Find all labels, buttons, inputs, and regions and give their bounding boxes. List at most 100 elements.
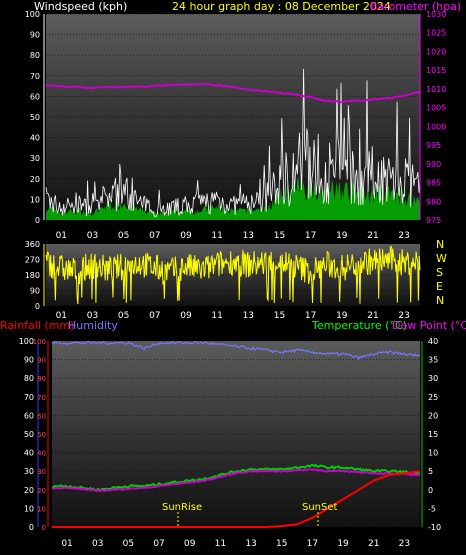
- wind-hour-tick: 17: [305, 231, 316, 241]
- barometer-axis-tick: 1005: [426, 104, 446, 113]
- rainfall-axis-tick: 20: [37, 487, 46, 495]
- wind-hour-tick: 19: [336, 231, 348, 241]
- humidity-axis-tick: 0: [29, 523, 34, 532]
- wind-hour-tick: 21: [367, 231, 378, 241]
- rainfall-axis-tick: 100: [33, 338, 46, 346]
- temp-hour-tick: 07: [153, 539, 164, 549]
- rainfall-axis-tick: 50: [37, 431, 46, 439]
- wind-axis-tick: 30: [30, 154, 40, 163]
- barometer-axis-tick: 995: [426, 141, 441, 150]
- wind-hour-tick: 15: [274, 231, 285, 241]
- temp-hour-tick: 05: [123, 539, 134, 549]
- rainfall-axis-tick: 70: [37, 394, 46, 402]
- wind-axis-tick: 20: [30, 175, 40, 184]
- compass-label: N: [436, 294, 444, 307]
- wind-hour-tick: 11: [211, 231, 222, 241]
- rainfall-title: Rainfall (mm): [0, 319, 74, 332]
- temperature-axis-tick: -5: [428, 504, 436, 513]
- direction-hour-tick: 07: [149, 311, 160, 321]
- wind-hour-tick: 09: [180, 231, 192, 241]
- rainfall-axis-tick: 60: [37, 412, 46, 420]
- temp-hour-tick: 03: [92, 539, 103, 549]
- rain-temp-panel: Rainfall (mm) Humidity Temperature (°C) …: [0, 319, 466, 549]
- temperature-axis-tick: 10: [428, 449, 438, 458]
- direction-hour-tick: 13: [243, 311, 254, 321]
- temp-hour-tick: 01: [61, 539, 72, 549]
- sunrise-label: SunRise: [162, 502, 202, 513]
- barometer-axis-tick: 980: [426, 197, 441, 206]
- temperature-axis-tick: 25: [428, 393, 438, 402]
- direction-hour-tick: 05: [118, 311, 129, 321]
- temperature-axis-tick: 30: [428, 374, 438, 383]
- barometer-axis-tick: 975: [426, 216, 441, 225]
- temperature-axis-tick: 5: [428, 467, 433, 476]
- humidity-title: Humidity: [68, 319, 118, 332]
- barometer-axis-tick: 1030: [426, 10, 446, 19]
- barometer-axis-tick: 1015: [426, 66, 446, 75]
- compass-label: S: [436, 266, 443, 279]
- wind-hour-tick: 07: [149, 231, 160, 241]
- wind-hour-tick: 05: [118, 231, 129, 241]
- wind-title: Windspeed (kph): [34, 0, 127, 13]
- barometer-axis-tick: 1020: [426, 47, 446, 56]
- direction-hour-tick: 09: [180, 311, 192, 321]
- rainfall-axis-tick: 80: [37, 375, 46, 383]
- temp-hour-tick: 15: [276, 539, 287, 549]
- compass-label: N: [436, 238, 444, 251]
- humidity-axis-tick: 70: [24, 393, 34, 402]
- temperature-axis-tick: 0: [428, 486, 433, 495]
- barometer-axis-tick: 1000: [426, 122, 446, 131]
- temp-hour-tick: 09: [184, 539, 196, 549]
- wind-hour-tick: 23: [398, 231, 409, 241]
- direction-axis-tick: 180: [25, 271, 40, 280]
- humidity-axis-tick: 60: [24, 411, 34, 420]
- temperature-axis-tick: 40: [428, 337, 438, 346]
- temperature-axis-tick: 15: [428, 430, 438, 439]
- humidity-axis-tick: 90: [24, 356, 34, 365]
- barometer-axis-tick: 1010: [426, 85, 446, 94]
- temp-hour-tick: 19: [337, 539, 349, 549]
- humidity-axis-tick: 80: [24, 374, 34, 383]
- compass-label: E: [436, 280, 443, 293]
- wind-axis-tick: 10: [30, 195, 40, 204]
- compass-label: W: [436, 252, 447, 265]
- direction-axis-tick: 90: [30, 287, 40, 296]
- temp-hour-tick: 21: [368, 539, 379, 549]
- humidity-axis-tick: 30: [24, 467, 34, 476]
- barometer-axis-tick: 985: [426, 179, 441, 188]
- wind-axis-tick: 0: [35, 216, 40, 225]
- dewpoint-title: Dew Point (°C): [392, 319, 466, 332]
- rainfall-axis-tick: 0: [42, 524, 46, 532]
- direction-axis-tick: 0: [35, 302, 40, 311]
- barometer-axis-tick: 990: [426, 160, 441, 169]
- date-title: 24 hour graph day : 08 December 2024: [172, 0, 391, 13]
- direction-hour-tick: 15: [274, 311, 285, 321]
- temp-hour-tick: 17: [307, 539, 318, 549]
- wind-axis-tick: 50: [30, 113, 40, 122]
- humidity-axis-tick: 20: [24, 486, 34, 495]
- barometer-axis-tick: 1025: [426, 29, 446, 38]
- direction-axis-tick: 270: [25, 256, 40, 265]
- humidity-axis-tick: 10: [24, 504, 34, 513]
- wind-axis-tick: 100: [25, 10, 40, 19]
- wind-barometer-panel: Windspeed (kph) 24 hour graph day : 08 D…: [25, 0, 461, 241]
- temp-hour-tick: 11: [215, 539, 226, 549]
- temp-hour-tick: 23: [399, 539, 410, 549]
- sunset-label: SunSet: [302, 502, 338, 513]
- rainfall-axis-tick: 40: [37, 450, 46, 458]
- temperature-axis-tick: -10: [428, 523, 441, 532]
- rainfall-axis-tick: 30: [37, 468, 46, 476]
- barometer-title: Barometer (hpa): [370, 0, 461, 13]
- wind-direction-panel: 090180270360 NWSEN 01 03 05 07 09 11 13 15 17 19 2…: [25, 238, 447, 321]
- wind-axis-tick: 80: [30, 51, 40, 60]
- direction-axis-tick: 360: [25, 240, 40, 249]
- rainfall-axis-tick: 10: [37, 505, 46, 513]
- wind-hour-tick: 03: [87, 231, 98, 241]
- wind-axis-tick: 90: [30, 31, 40, 40]
- temperature-axis-tick: 20: [428, 411, 438, 420]
- wind-hour-tick: 13: [243, 231, 254, 241]
- rainfall-axis-tick: 90: [37, 357, 46, 365]
- humidity-axis-tick: 50: [24, 430, 34, 439]
- wind-axis-tick: 70: [30, 72, 40, 81]
- direction-hour-tick: 11: [211, 311, 222, 321]
